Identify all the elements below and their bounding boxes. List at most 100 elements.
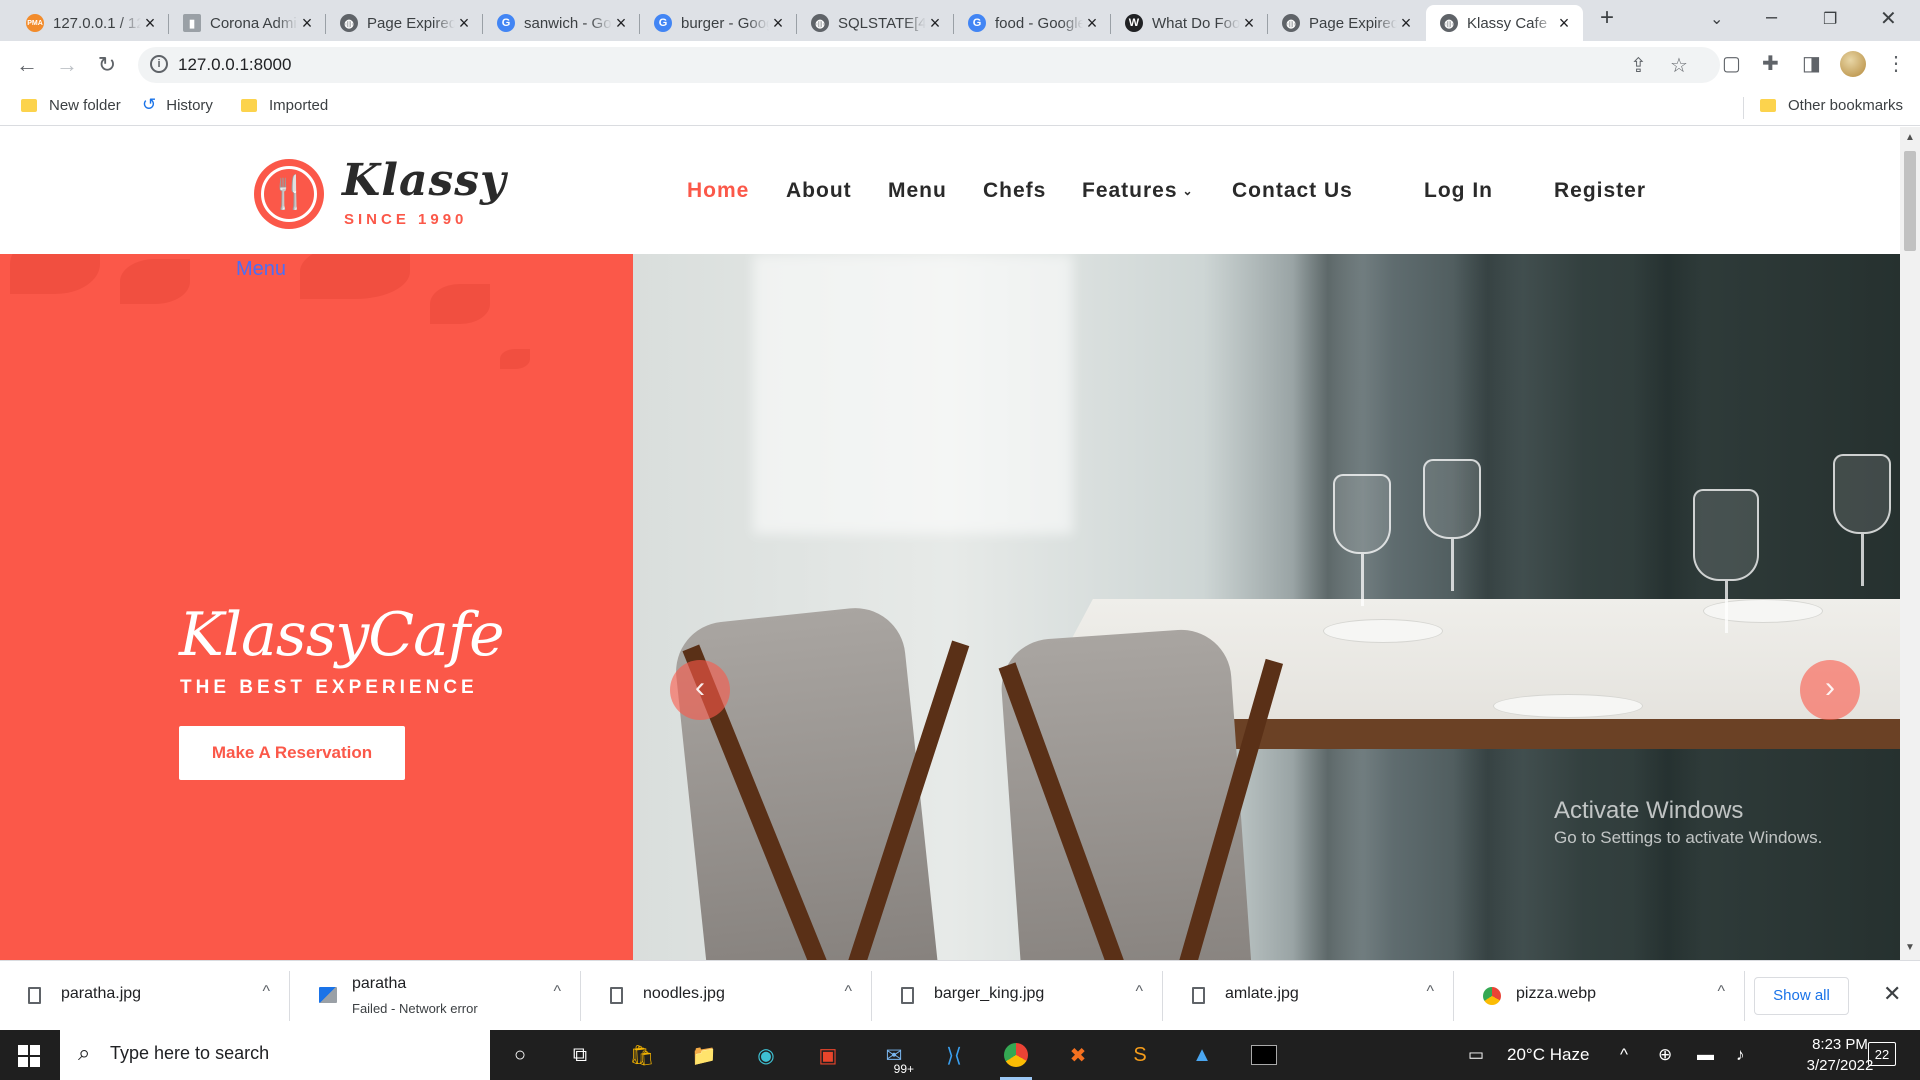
close-icon[interactable]: × [612, 13, 630, 34]
mail-icon[interactable]: ✉ 99+ [874, 1038, 916, 1076]
nav-about[interactable]: About [786, 179, 852, 203]
tab-page-expired-2[interactable]: ◍ Page Expired × [1268, 5, 1425, 41]
task-view-icon[interactable]: ⧉ [560, 1038, 600, 1072]
menu-dots-icon[interactable]: ⋮ [1886, 51, 1906, 76]
logo-icon[interactable]: 🍴 [254, 159, 324, 229]
file-explorer-icon[interactable]: 📁 [684, 1038, 724, 1072]
bookmark-star-icon[interactable]: ☆ [1670, 53, 1688, 78]
slider-next-button[interactable]: › [1800, 660, 1860, 720]
tab-what-do-foodies[interactable]: W What Do Foodies × [1111, 5, 1268, 41]
page-scrollbar[interactable]: ▲ ▼ [1900, 127, 1920, 960]
bookmark-other[interactable]: Other bookmarks [1760, 97, 1903, 114]
logo-wordmark[interactable]: Klassy [342, 155, 507, 206]
chrome-icon[interactable] [996, 1038, 1036, 1080]
nav-home[interactable]: Home [687, 179, 749, 203]
bookmark-history[interactable]: ↺ History [142, 95, 213, 115]
scroll-down-icon[interactable]: ▼ [1905, 942, 1915, 953]
download-item[interactable]: pizza.webp ^ [1455, 961, 1745, 1031]
globe-icon: ◍ [340, 14, 358, 32]
tab-food[interactable]: G food - Google Search × [954, 5, 1111, 41]
tab-burger[interactable]: G burger - Google Search × [640, 5, 797, 41]
close-icon[interactable]: × [455, 13, 473, 34]
download-item[interactable]: barger_king.jpg ^ [873, 961, 1163, 1031]
nav-register[interactable]: Register [1554, 179, 1646, 203]
site-info-icon[interactable]: i [150, 55, 168, 73]
tab-search-icon[interactable]: ⌄ [1710, 9, 1723, 29]
photos-icon[interactable]: ▲ [1182, 1038, 1222, 1072]
minimize-icon[interactable]: – [1766, 6, 1777, 29]
forward-icon[interactable]: → [51, 50, 83, 80]
chevron-up-icon[interactable]: ^ [1426, 983, 1434, 1001]
nav-login[interactable]: Log In [1424, 179, 1493, 203]
weather-text[interactable]: 20°C Haze [1507, 1045, 1589, 1065]
xampp-icon[interactable]: ✖ [1058, 1038, 1098, 1072]
show-all-button[interactable]: Show all [1754, 977, 1849, 1015]
slider-prev-button[interactable]: ‹ [670, 660, 730, 720]
tab-corona-admin[interactable]: ▮ Corona Admin × [169, 5, 326, 41]
chevron-up-icon[interactable]: ^ [1620, 1045, 1628, 1065]
chrome-icon [1483, 987, 1501, 1005]
cortana-icon[interactable]: ○ [500, 1038, 540, 1072]
weather-icon[interactable]: ▭ [1468, 1045, 1484, 1065]
download-item[interactable]: noodles.jpg ^ [582, 961, 872, 1031]
edge-icon[interactable]: ◉ [746, 1038, 786, 1072]
nav-chefs[interactable]: Chefs [983, 179, 1046, 203]
nav-contact[interactable]: Contact Us [1232, 179, 1353, 203]
close-icon[interactable]: × [1083, 13, 1101, 34]
restore-icon[interactable]: ❐ [1823, 9, 1837, 29]
close-icon[interactable]: × [926, 13, 944, 34]
bookmark-imported[interactable]: Imported [241, 97, 328, 114]
download-item[interactable]: paratha.jpg ^ [0, 961, 290, 1031]
window-close-icon[interactable]: ✕ [1880, 6, 1897, 31]
address-bar[interactable]: i 127.0.0.1:8000 ⇪ ☆ [138, 47, 1720, 83]
bookmark-new-folder[interactable]: New folder [21, 97, 121, 114]
url-text[interactable]: 127.0.0.1:8000 [178, 55, 291, 75]
side-panel-icon[interactable]: ◨ [1802, 51, 1821, 76]
store-icon[interactable]: 🛍 [622, 1038, 662, 1072]
scroll-thumb[interactable] [1904, 151, 1916, 251]
close-icon[interactable]: × [141, 13, 159, 34]
tab-sqlstate[interactable]: ◍ SQLSTATE[42S22] × [797, 5, 954, 41]
back-icon[interactable]: ← [11, 50, 43, 80]
tab-sanwich[interactable]: G sanwich - Google Search × [483, 5, 640, 41]
chevron-left-icon: ‹ [695, 671, 705, 704]
download-item[interactable]: paratha Failed - Network error ^ [291, 961, 581, 1031]
close-icon[interactable]: × [1240, 13, 1258, 34]
scroll-up-icon[interactable]: ▲ [1905, 132, 1915, 143]
chevron-up-icon[interactable]: ^ [1135, 983, 1143, 1001]
chevron-up-icon[interactable]: ^ [844, 983, 852, 1001]
chevron-up-icon[interactable]: ^ [1717, 983, 1725, 1001]
close-icon[interactable]: × [1397, 13, 1415, 34]
close-icon[interactable]: × [298, 13, 316, 34]
profile-avatar[interactable] [1840, 51, 1866, 77]
close-icon[interactable]: × [1555, 13, 1573, 34]
new-tab-icon[interactable]: + [1600, 4, 1614, 32]
office-icon[interactable]: ▣ [808, 1038, 848, 1072]
language-icon[interactable]: ⊕ [1658, 1045, 1672, 1065]
sublime-icon[interactable]: S [1120, 1038, 1160, 1072]
taskbar-search[interactable]: ⌕ Type here to search [60, 1030, 490, 1080]
cast-icon[interactable]: ▢ [1722, 51, 1741, 76]
chevron-up-icon[interactable]: ^ [262, 983, 270, 1001]
battery-icon[interactable]: ▬ [1697, 1045, 1714, 1065]
nav-menu[interactable]: Menu [888, 179, 947, 203]
vscode-icon[interactable]: ⟩⟨ [934, 1038, 974, 1072]
tab-page-expired[interactable]: ◍ Page Expired × [326, 5, 483, 41]
menu-link[interactable]: Menu [236, 258, 286, 281]
download-item[interactable]: amlate.jpg ^ [1164, 961, 1454, 1031]
bookmark-label: Other bookmarks [1788, 97, 1904, 114]
chevron-up-icon[interactable]: ^ [553, 983, 561, 1001]
close-icon[interactable]: ✕ [1883, 981, 1901, 1007]
share-icon[interactable]: ⇪ [1630, 53, 1647, 78]
volume-icon[interactable]: ♪ [1736, 1045, 1745, 1065]
tab-phpmyadmin[interactable]: PMA 127.0.0.1 / 127.0.0.1 | phpMyAdmin × [12, 5, 169, 41]
tab-klassy-cafe[interactable]: ◍ Klassy Cafe × [1426, 5, 1583, 41]
reload-icon[interactable]: ↻ [91, 50, 123, 80]
nav-features[interactable]: Features ⌄ [1082, 179, 1194, 203]
terminal-icon[interactable] [1244, 1038, 1284, 1072]
make-reservation-button[interactable]: Make A Reservation [179, 726, 405, 780]
close-icon[interactable]: × [769, 13, 787, 34]
windows-start-icon[interactable] [18, 1045, 40, 1067]
notifications-icon[interactable]: 22 [1868, 1042, 1896, 1066]
extensions-icon[interactable]: ✚ [1762, 51, 1779, 76]
